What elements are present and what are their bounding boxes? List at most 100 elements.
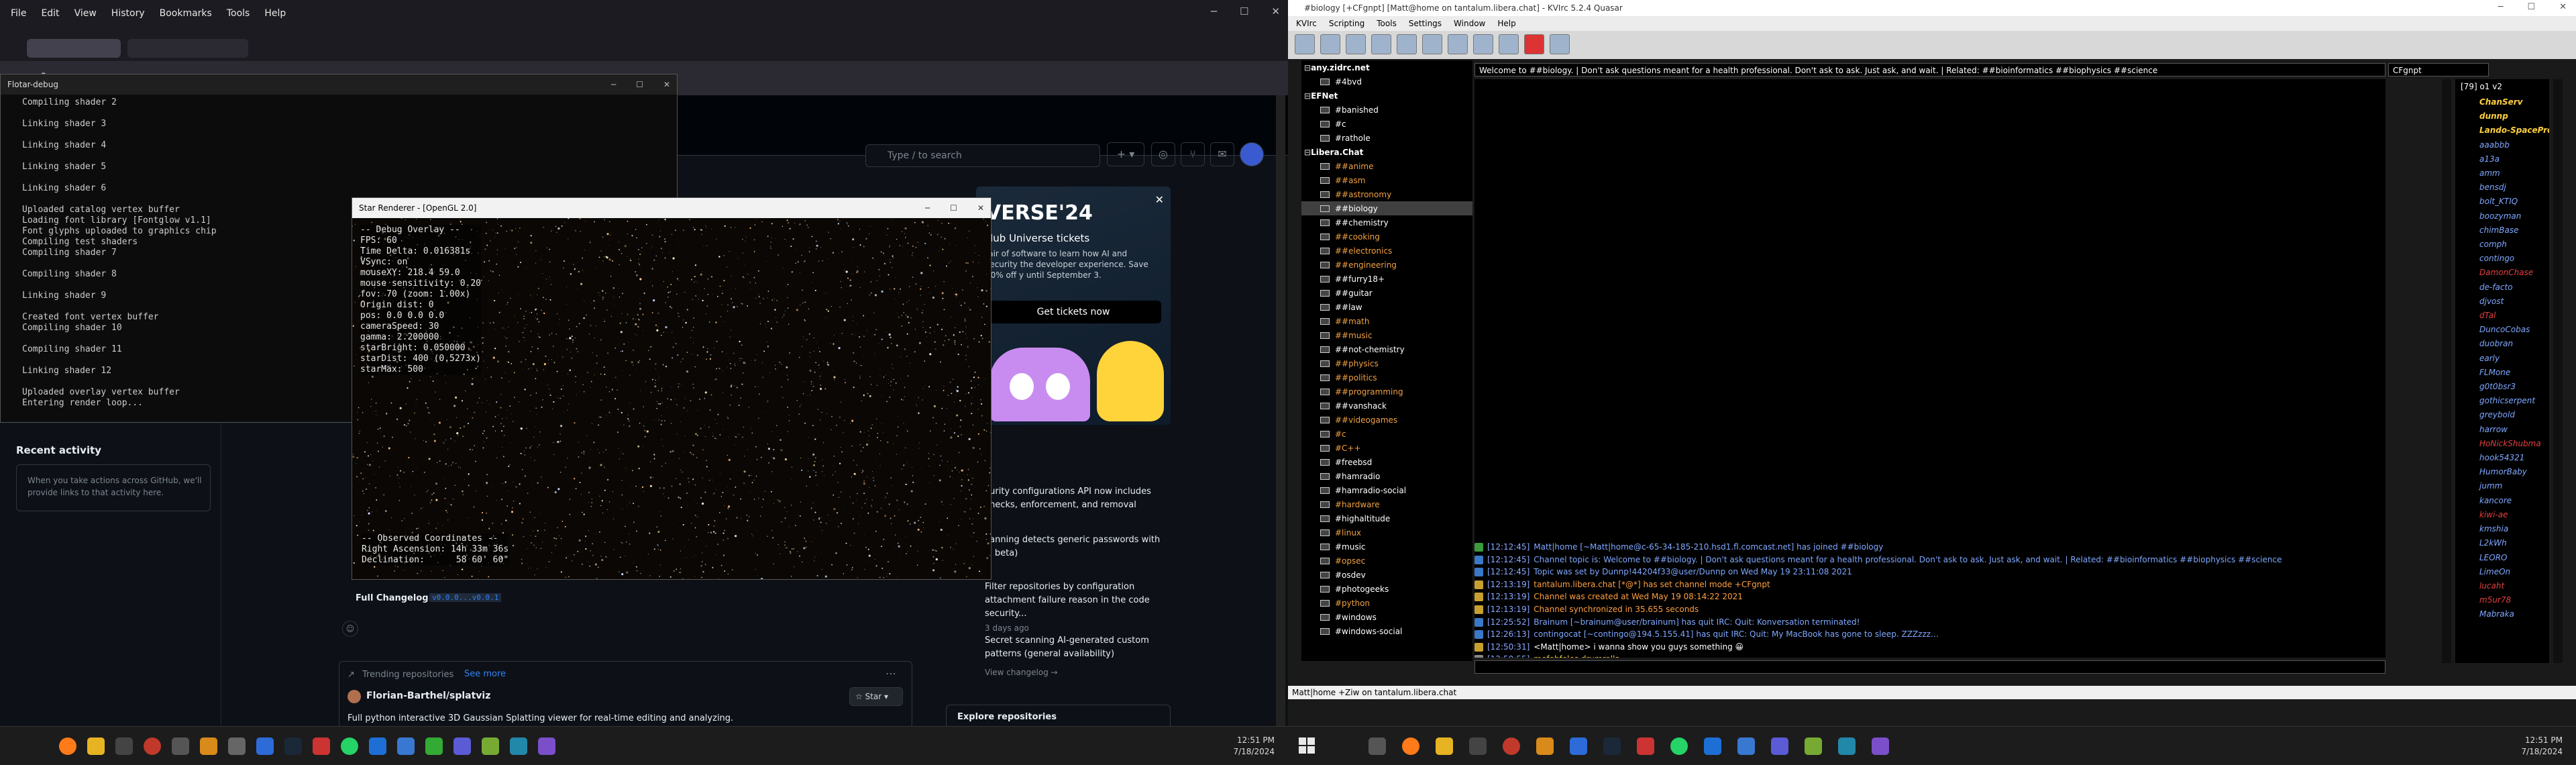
user-entry[interactable]: Mabraka <box>2455 607 2549 621</box>
app-icon[interactable] <box>1536 737 1554 755</box>
steam-icon[interactable] <box>1603 737 1621 755</box>
join-icon[interactable] <box>1371 34 1391 54</box>
star-window-titlebar[interactable]: Star Renderer - [OpenGL 2.0] ─ ☐ ✕ <box>352 198 991 218</box>
get-tickets-button[interactable]: Get tickets now <box>985 301 1161 323</box>
channel-item[interactable]: ##anime <box>1301 159 1472 173</box>
user-entry[interactable]: de-facto <box>2455 280 2549 295</box>
user-entry[interactable]: lucaht <box>2455 579 2549 593</box>
channel-item[interactable]: ##physics <box>1301 356 1472 370</box>
maximize-icon[interactable]: ☐ <box>950 203 957 213</box>
app-icon[interactable] <box>510 737 527 755</box>
channel-item[interactable]: #highaltitude <box>1301 511 1472 525</box>
app-icon[interactable] <box>425 737 443 755</box>
chat-message[interactable]: [12:26:13] contingocat [~contingo@194.5.1… <box>1474 628 1939 641</box>
user-entry[interactable]: HoNickShubma <box>2455 437 2549 451</box>
steam-icon[interactable] <box>284 737 302 755</box>
channel-item[interactable]: ##engineering <box>1301 258 1472 272</box>
channel-item[interactable]: #hamradio <box>1301 469 1472 483</box>
minimize-icon[interactable]: ─ <box>611 80 616 89</box>
menu-help[interactable]: Help <box>1497 19 1515 28</box>
channel-item[interactable]: ##biology <box>1301 201 1472 215</box>
app-icon[interactable] <box>228 737 246 755</box>
chat-message[interactable]: [12:50:55] mefobfeles drumrolls... <box>1474 653 1627 658</box>
chat-message[interactable]: [12:13:19] Channel was created at Wed May… <box>1474 591 1743 603</box>
user-entry[interactable]: chimBase <box>2455 223 2549 238</box>
menu-tools[interactable]: Tools <box>227 8 250 19</box>
disconnect-icon[interactable] <box>1524 34 1544 54</box>
app-icon[interactable] <box>172 737 189 755</box>
whatsapp-icon[interactable] <box>341 737 358 755</box>
changelog-item[interactable]: Secret scanning AI-generated custom patt… <box>985 634 1166 661</box>
channel-item[interactable]: #ratholе <box>1301 131 1472 145</box>
user-entry[interactable]: comph <box>2455 238 2549 252</box>
app-icon[interactable] <box>1771 737 1788 755</box>
trending-repo-name[interactable]: Florian-Barthel/splatviz <box>366 689 490 703</box>
user-entry[interactable]: LimeOn <box>2455 565 2549 579</box>
channel-item[interactable]: #windows-social <box>1301 624 1472 638</box>
close-icon[interactable]: ✕ <box>663 80 670 89</box>
users-icon[interactable] <box>1397 34 1417 54</box>
channel-item[interactable]: #osdev <box>1301 568 1472 582</box>
user-entry[interactable]: early <box>2455 352 2549 366</box>
debug-window-titlebar[interactable]: Flotar-debug ─ ☐ ✕ <box>1 74 677 95</box>
chat-message[interactable]: [12:25:52] Brainum [~brainum@user/brainum… <box>1474 616 1860 629</box>
app-icon[interactable] <box>397 737 415 755</box>
clock[interactable]: 12:51 PM 7/18/2024 <box>1233 735 1275 758</box>
whatsapp-icon[interactable] <box>1670 737 1688 755</box>
user-entry[interactable]: hook54321 <box>2455 451 2549 465</box>
channel-item[interactable]: #hamradio-social <box>1301 483 1472 497</box>
more-options-icon[interactable]: ⋯ <box>885 667 896 680</box>
user-entry[interactable]: kancore <box>2455 494 2549 508</box>
terminal-icon[interactable] <box>1704 737 1721 755</box>
menu-kvirc[interactable]: KVIrc <box>1296 19 1317 28</box>
app-icon[interactable] <box>1838 737 1856 755</box>
app-icon[interactable] <box>144 737 161 755</box>
channel-item[interactable]: #C++ <box>1301 441 1472 455</box>
network-item[interactable]: ⊟ EFNet <box>1301 89 1472 103</box>
user-entry[interactable]: bensdj <box>2455 181 2549 195</box>
maximize-icon[interactable]: ☐ <box>1240 5 1248 17</box>
user-entry[interactable]: DamonChase <box>2455 266 2549 280</box>
channel-item[interactable]: ##chemistry <box>1301 215 1472 230</box>
changelog-item[interactable]: curity configurations API now includes c… <box>985 485 1166 512</box>
user-entry[interactable]: Lando-SpaceProp <box>2455 123 2549 138</box>
menu-edit[interactable]: Edit <box>41 8 59 19</box>
app-icon[interactable] <box>482 737 499 755</box>
kvirc-icon[interactable] <box>1637 737 1654 755</box>
firefox-icon[interactable] <box>59 737 76 755</box>
user-entry[interactable]: FLMone <box>2455 366 2549 380</box>
user-entry[interactable]: kiwi-ae <box>2455 508 2549 522</box>
user-entry[interactable]: m5ur78 <box>2455 593 2549 607</box>
user-entry[interactable]: jumm <box>2455 479 2549 493</box>
channel-list-icon[interactable] <box>1346 34 1366 54</box>
app-icon[interactable] <box>115 737 133 755</box>
changelog-item[interactable]: Filter repositories by configuration att… <box>985 580 1166 621</box>
menu-tools[interactable]: Tools <box>1377 19 1397 28</box>
channel-item[interactable]: ##math <box>1301 314 1472 328</box>
avatar[interactable] <box>1240 142 1264 166</box>
app-icon[interactable] <box>1570 737 1587 755</box>
channel-item[interactable]: #4bvd <box>1301 74 1472 89</box>
message-input[interactable] <box>1474 660 2385 674</box>
user-entry[interactable]: amm <box>2455 166 2549 181</box>
issues-icon[interactable]: ◎ <box>1151 142 1175 166</box>
menu-scripting[interactable]: Scripting <box>1329 19 1364 28</box>
channel-item[interactable]: ##vanshack <box>1301 399 1472 413</box>
scrollbar[interactable] <box>1276 95 1285 726</box>
minimize-icon[interactable]: ─ <box>1211 5 1217 17</box>
channel-item[interactable]: ##guitar <box>1301 286 1472 300</box>
start-icon[interactable] <box>1299 737 1315 754</box>
channel-item[interactable]: ##videogames <box>1301 413 1472 427</box>
inbox-icon[interactable]: ✉ <box>1210 142 1234 166</box>
menu-help[interactable]: Help <box>264 8 286 19</box>
menu-view[interactable]: View <box>74 8 97 19</box>
kvirc-titlebar[interactable]: #biology [+CFgnpt] [Matt@home on tantalu… <box>1288 0 2576 16</box>
scrollbar[interactable] <box>2553 79 2563 663</box>
kvirc-icon[interactable] <box>313 737 330 755</box>
app-icon[interactable] <box>256 737 274 755</box>
settings-icon[interactable] <box>1550 34 1570 54</box>
star-button[interactable]: ☆ Star ▾ <box>849 687 903 706</box>
menu-window[interactable]: Window <box>1454 19 1485 28</box>
changelog-link[interactable]: v0.0.0...v0.0.1 <box>429 593 502 602</box>
chat-message[interactable]: [12:50:31] <Matt|home> i wanna show you g… <box>1474 641 1743 654</box>
